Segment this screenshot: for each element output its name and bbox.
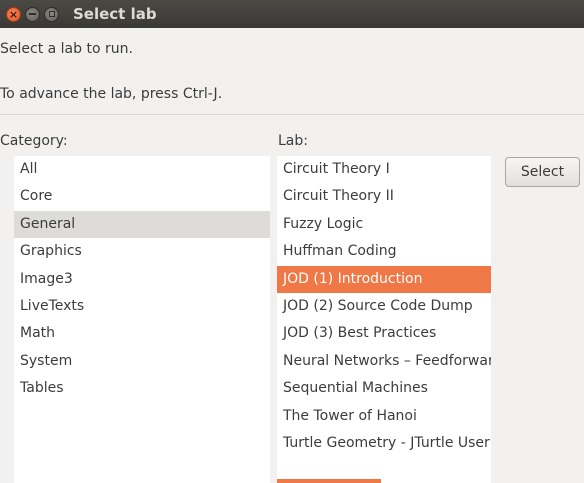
maximize-icon[interactable] bbox=[44, 6, 59, 22]
category-list-item[interactable]: Tables bbox=[14, 375, 270, 402]
advance-hint-text: To advance the lab, press Ctrl-J. bbox=[0, 86, 223, 102]
lab-list[interactable]: Circuit Theory I Circuit Theory II Fuzzy L… bbox=[277, 156, 491, 483]
lab-list-item[interactable]: JOD (1) Introduction bbox=[277, 265, 491, 293]
lab-list-item[interactable]: JOD (3) Best Practices bbox=[277, 320, 491, 347]
category-list-item[interactable]: All bbox=[14, 156, 270, 183]
lab-list-item[interactable]: Fuzzy Logic bbox=[277, 211, 491, 238]
category-list-item[interactable]: LiveTexts bbox=[14, 293, 270, 320]
title-bar: × Select lab bbox=[0, 0, 584, 28]
lab-list-item[interactable]: Circuit Theory II bbox=[277, 183, 491, 210]
lab-list-item[interactable]: The Tower of Hanoi bbox=[277, 403, 491, 430]
lab-list-item[interactable]: Sequential Machines bbox=[277, 375, 491, 402]
instruction-text: Select a lab to run. bbox=[0, 41, 133, 57]
lab-list-scroll-indicator[interactable] bbox=[277, 479, 381, 483]
select-lab-window: × Select lab Select a lab to run. To adv… bbox=[0, 0, 584, 483]
close-icon[interactable]: × bbox=[6, 6, 21, 22]
category-list-item[interactable]: Graphics bbox=[14, 238, 270, 265]
category-list[interactable]: All Core General Graphics Image3 LiveTexts Mat… bbox=[14, 156, 270, 483]
category-list-item[interactable]: General bbox=[14, 210, 270, 239]
lab-list-item[interactable]: Turtle Geometry - JTurtle User bbox=[277, 430, 491, 457]
lab-label: Lab: bbox=[278, 133, 308, 149]
lab-list-item[interactable]: JOD (2) Source Code Dump bbox=[277, 293, 491, 320]
lab-list-item[interactable]: Circuit Theory I bbox=[277, 156, 491, 183]
minimize-icon[interactable] bbox=[25, 6, 40, 22]
category-list-item[interactable]: System bbox=[14, 348, 270, 375]
category-list-item[interactable]: Image3 bbox=[14, 266, 270, 293]
lab-list-item[interactable]: Huffman Coding bbox=[277, 238, 491, 265]
category-list-item[interactable]: Core bbox=[14, 183, 270, 210]
info-panel: Select a lab to run. To advance the lab,… bbox=[0, 28, 584, 115]
category-label: Category: bbox=[0, 133, 68, 149]
window-title: Select lab bbox=[73, 5, 157, 23]
lab-list-item[interactable]: Neural Networks – Feedforward bbox=[277, 348, 491, 375]
category-list-item[interactable]: Math bbox=[14, 320, 270, 347]
select-button[interactable]: Select bbox=[505, 157, 580, 187]
